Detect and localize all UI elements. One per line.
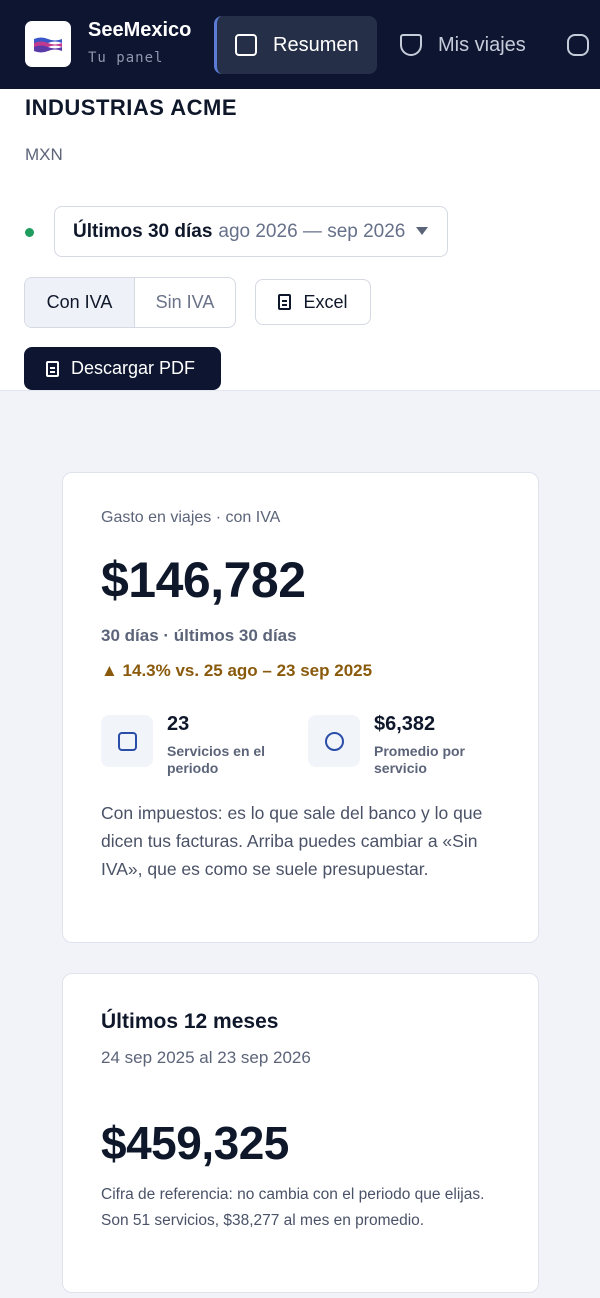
summary-amount: $146,782 (101, 552, 306, 608)
page-header: INDUSTRIAS ACME MXN Últimos 30 días ago … (0, 89, 600, 391)
document-icon (278, 294, 292, 310)
status-dot (25, 228, 34, 237)
rounded-icon (567, 34, 589, 56)
brand-subtitle: Tu panel (88, 50, 164, 66)
flag-logo-icon (34, 37, 62, 53)
summary-note: Con impuestos: es lo que sale del banco … (101, 803, 483, 879)
summary-period: 30 días · últimos 30 días (101, 626, 297, 645)
company-name: INDUSTRIAS ACME (25, 95, 238, 120)
stat-icon-box (308, 715, 360, 767)
tab-resumen[interactable]: Resumen (214, 16, 377, 74)
excel-label: Excel (303, 291, 348, 312)
stat-icon-box (101, 715, 153, 767)
download-pdf-button[interactable]: Descargar PDF (24, 347, 221, 390)
square-icon (235, 34, 257, 56)
summary-label: Gasto en viajes · con IVA (101, 509, 281, 526)
tab-resumen-label: Resumen (273, 33, 359, 56)
excel-button[interactable]: Excel (255, 279, 371, 325)
stat-value: $6,382 (374, 713, 436, 735)
circle-icon (325, 732, 344, 751)
stat-value: 23 (167, 713, 190, 735)
con-iva-button[interactable]: Con IVA (25, 278, 135, 327)
date-range-select[interactable]: Últimos 30 días ago 2026 — sep 2026 (54, 206, 448, 257)
square-icon (118, 732, 137, 751)
shield-icon (400, 34, 422, 56)
top-navigation: SeeMexico Tu panel Resumen Mis viajes (0, 0, 600, 89)
document-icon (46, 360, 59, 377)
chevron-down-icon (416, 227, 428, 235)
summary-delta: ▲ 14.3% vs. 25 ago – 23 sep 2025 (101, 661, 373, 680)
yearly-range: 24 sep 2025 al 23 sep 2026 (101, 1048, 311, 1067)
range-dates: ago 2026 — sep 2026 (218, 220, 406, 242)
app-logo[interactable] (25, 21, 71, 67)
range-label: Últimos 30 días (73, 220, 213, 242)
tax-toggle: Con IVA Sin IVA (24, 277, 236, 328)
yearly-title: Últimos 12 meses (101, 1010, 279, 1033)
sin-iva-button[interactable]: Sin IVA (135, 278, 235, 327)
yearly-note: Cifra de referencia: no cambia con el pe… (101, 1186, 485, 1229)
tab-mis-viajes[interactable]: Mis viajes (400, 16, 526, 74)
brand-name: SeeMexico (88, 19, 192, 41)
pdf-label: Descargar PDF (71, 358, 196, 378)
currency-label: MXN (25, 145, 63, 164)
tab-more[interactable] (567, 16, 600, 74)
yearly-card: Últimos 12 meses 24 sep 2025 al 23 sep 2… (62, 973, 539, 1293)
stat-caption: Servicios en el periodo (167, 743, 266, 776)
tab-mis-viajes-label: Mis viajes (438, 33, 526, 56)
stat-caption: Promedio por servicio (374, 743, 466, 776)
summary-card: Gasto en viajes · con IVA $146,782 30 dí… (62, 472, 539, 943)
yearly-amount: $459,325 (101, 1117, 289, 1169)
